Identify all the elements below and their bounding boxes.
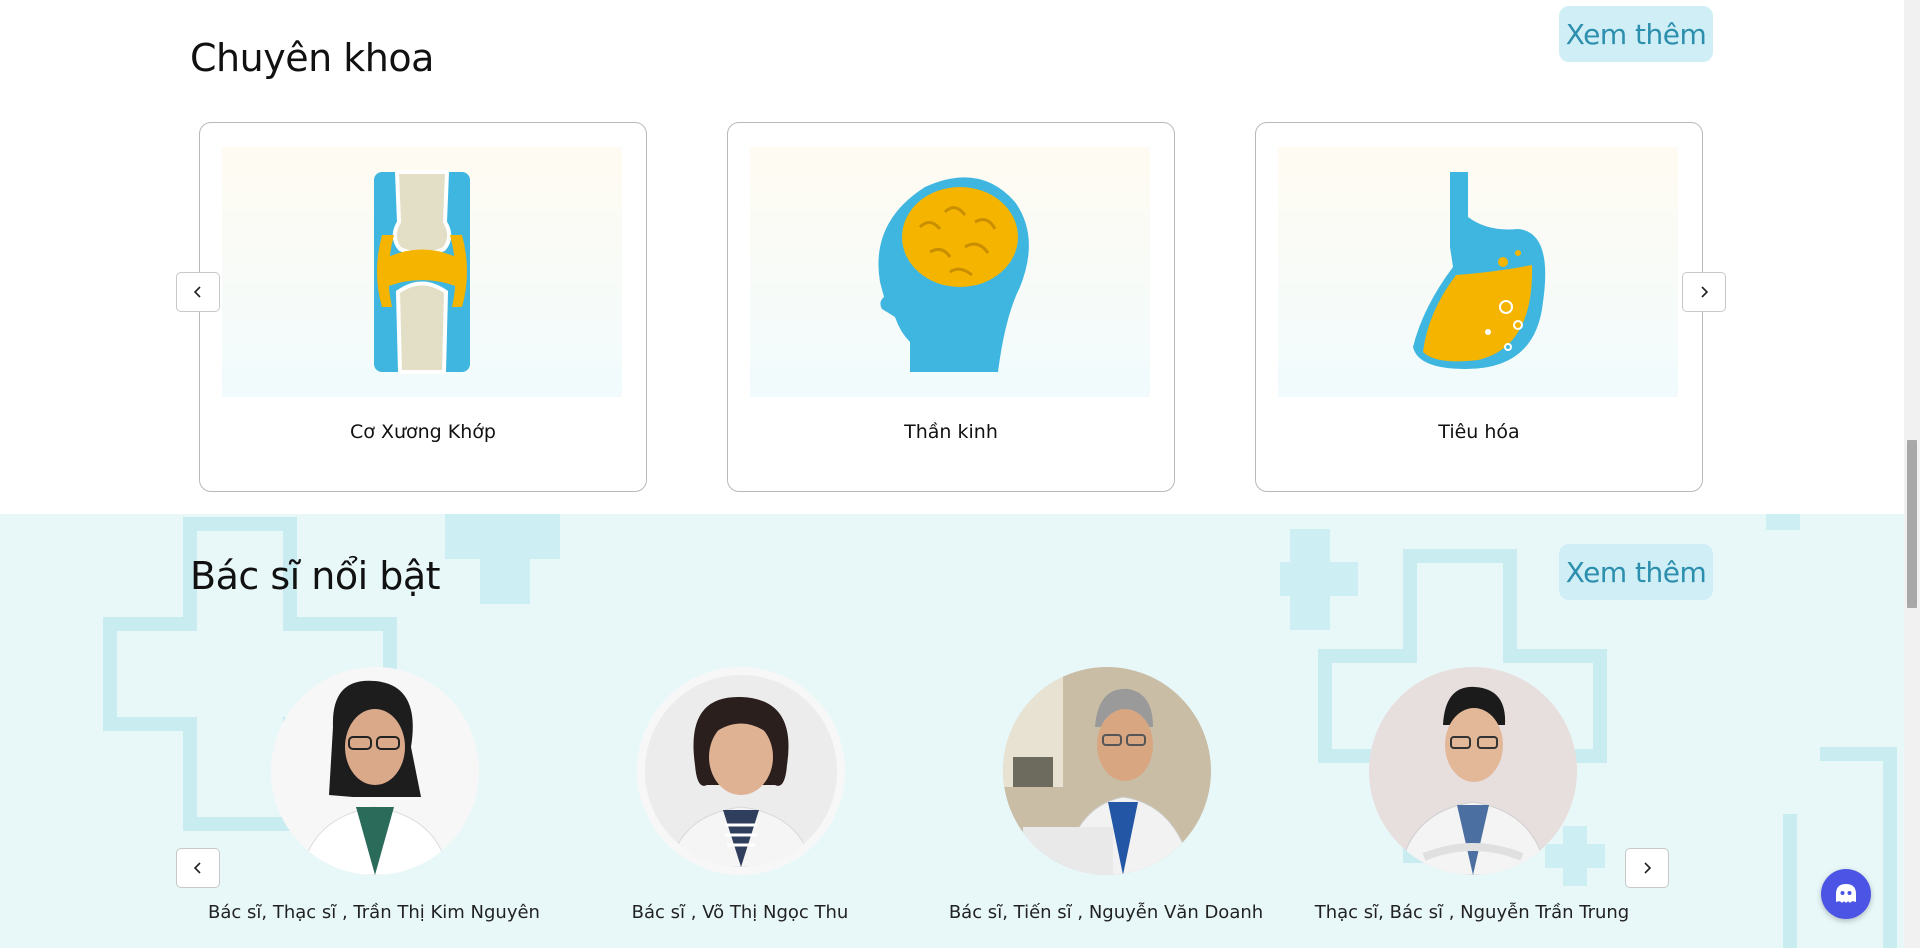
specialty-label-joint: Cơ Xương Khớp <box>350 421 496 443</box>
doctor-card[interactable]: Thạc sĩ, Bác sĩ , Nguyễn Trần Trung <box>1289 667 1655 948</box>
doctors-section: Bác sĩ nổi bật Xem thêm Bác sĩ, Thạc sĩ … <box>0 514 1904 948</box>
chevron-left-icon <box>193 862 201 874</box>
chat-button[interactable] <box>1821 869 1871 919</box>
specialty-title: Chuyên khoa <box>190 36 434 80</box>
specialty-prev-button[interactable] <box>176 272 220 312</box>
doctors-prev-button[interactable] <box>176 848 220 888</box>
specialty-card-digestive[interactable]: Tiêu hóa <box>1255 122 1703 492</box>
chevron-right-icon <box>1701 286 1709 298</box>
specialty-label-digestive: Tiêu hóa <box>1438 421 1520 443</box>
doctor-name: Bác sĩ, Thạc sĩ , Trần Thị Kim Nguyên <box>208 902 540 923</box>
specialty-section: Chuyên khoa Xem thêm Cơ Xương Khớp Thần … <box>0 0 1904 514</box>
specialty-card-joint[interactable]: Cơ Xương Khớp <box>199 122 647 492</box>
chevron-left-icon <box>193 286 201 298</box>
doctor-avatar <box>1003 667 1211 875</box>
brain-icon <box>750 147 1150 397</box>
doctors-more-button[interactable]: Xem thêm <box>1559 544 1713 600</box>
doctor-avatar <box>637 667 845 875</box>
doctor-avatar <box>271 667 479 875</box>
doctor-name: Bác sĩ, Tiến sĩ , Nguyễn Văn Doanh <box>948 902 1264 923</box>
doctor-avatar <box>1369 667 1577 875</box>
doctor-name: Thạc sĩ, Bác sĩ , Nguyễn Trần Trung <box>1314 902 1630 923</box>
chat-bot-icon <box>1836 884 1856 903</box>
doctors-title: Bác sĩ nổi bật <box>190 554 441 598</box>
specialty-next-button[interactable] <box>1682 272 1726 312</box>
scrollbar-thumb[interactable] <box>1907 440 1917 608</box>
doctors-next-button[interactable] <box>1625 848 1669 888</box>
joint-icon <box>222 147 622 397</box>
stomach-icon <box>1278 147 1678 397</box>
doctor-name: Bác sĩ , Võ Thị Ngọc Thu <box>631 902 849 923</box>
doctor-card[interactable]: Bác sĩ , Võ Thị Ngọc Thu <box>557 667 923 948</box>
chevron-right-icon <box>1644 862 1652 874</box>
specialty-card-neuro[interactable]: Thần kinh <box>727 122 1175 492</box>
doctor-card[interactable]: Bác sĩ, Tiến sĩ , Nguyễn Văn Doanh <box>923 667 1289 948</box>
specialty-label-neuro: Thần kinh <box>904 421 998 443</box>
specialty-more-button[interactable]: Xem thêm <box>1559 6 1713 62</box>
page-scrollbar[interactable] <box>1904 0 1920 948</box>
doctor-card[interactable]: Bác sĩ, Thạc sĩ , Trần Thị Kim Nguyên <box>191 667 557 948</box>
